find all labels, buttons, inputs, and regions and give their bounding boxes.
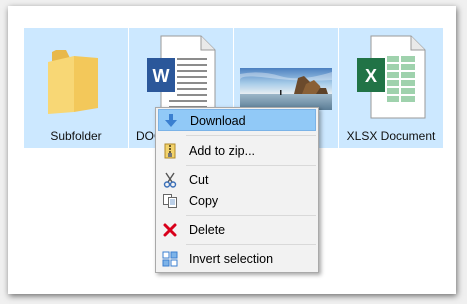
menu-item-label: Delete <box>189 223 226 237</box>
menu-item-delete[interactable]: Delete <box>158 219 316 241</box>
menu-separator <box>186 135 316 136</box>
context-menu: Download Add to zip... Cut Copy Delete I… <box>155 107 319 273</box>
menu-separator <box>186 165 316 166</box>
svg-text:W: W <box>153 66 170 86</box>
menu-item-label: Cut <box>189 173 209 187</box>
menu-separator <box>186 244 316 245</box>
file-tile-xlsx[interactable]: X XLSX Document <box>339 28 444 148</box>
menu-item-invert-selection[interactable]: Invert selection <box>158 248 316 270</box>
download-arrow-icon <box>165 114 177 127</box>
menu-item-label: Copy <box>189 194 219 208</box>
invert-selection-icon <box>162 251 178 267</box>
delete-x-icon <box>163 223 177 237</box>
menu-item-download[interactable]: Download <box>158 109 316 131</box>
menu-item-copy[interactable]: Copy <box>158 190 316 212</box>
file-name: XLSX Document <box>346 129 436 143</box>
file-name: Subfolder <box>50 129 102 143</box>
scissors-icon <box>163 172 177 188</box>
folder-icon <box>48 50 98 114</box>
menu-item-label: Add to zip... <box>189 144 256 158</box>
file-tile-subfolder[interactable]: Subfolder <box>24 28 129 148</box>
svg-text:X: X <box>365 66 377 86</box>
menu-item-label: Download <box>190 114 246 128</box>
menu-item-label: Invert selection <box>189 252 274 266</box>
zip-icon <box>164 143 176 159</box>
excel-document-icon: X <box>357 35 426 119</box>
copy-icon <box>163 194 177 208</box>
menu-separator <box>186 215 316 216</box>
menu-item-add-to-zip[interactable]: Add to zip... <box>158 140 316 162</box>
menu-item-cut[interactable]: Cut <box>158 169 316 191</box>
image-thumbnail <box>240 68 332 110</box>
